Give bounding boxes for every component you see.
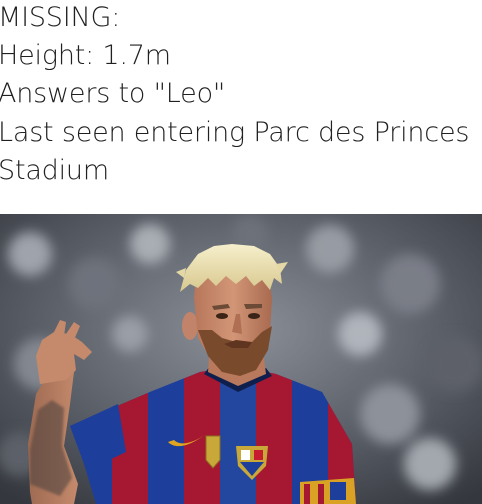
caption-line-name: Answers to "Leo": [0, 78, 226, 109]
footballer-photo: [0, 214, 482, 504]
caption-line-stadium: Stadium: [0, 155, 109, 186]
captain-armband: [300, 478, 356, 504]
caption-block: MISSING: Height: 1.7m Answers to "Leo" L…: [0, 0, 482, 214]
meme-image: MISSING: Height: 1.7m Answers to "Leo" L…: [0, 0, 482, 504]
caption-line-missing: MISSING:: [0, 2, 121, 33]
caption-line-last-seen: Last seen entering Parc des Princes: [0, 117, 470, 148]
photo-illustration: [0, 214, 482, 504]
caption-line-height: Height: 1.7m: [0, 40, 171, 71]
